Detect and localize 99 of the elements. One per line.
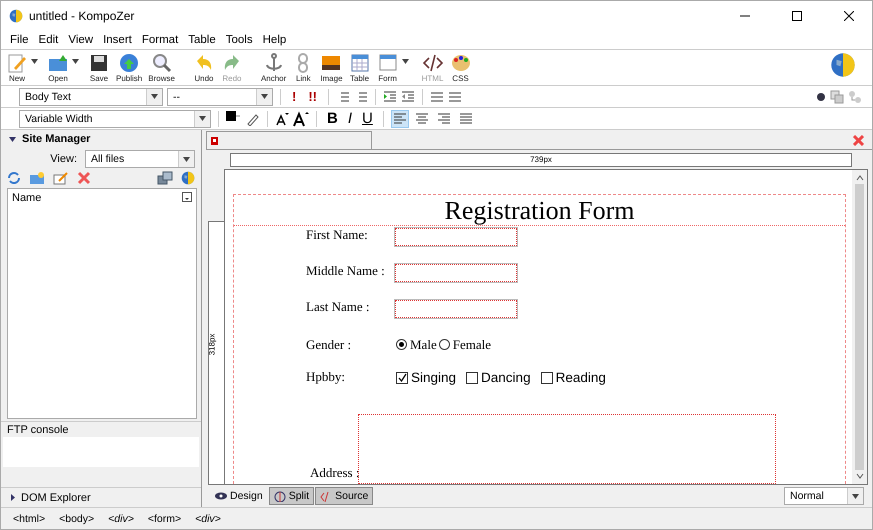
- menu-item[interactable]: File: [5, 34, 34, 46]
- menu-item[interactable]: Insert: [98, 34, 137, 46]
- close-tab-icon[interactable]: [853, 135, 864, 146]
- expand-triangle-icon: [11, 494, 15, 501]
- view-select[interactable]: All files: [85, 150, 195, 168]
- close-icon: [844, 11, 854, 21]
- menu-item[interactable]: Edit: [34, 34, 64, 46]
- field-label: First Name:: [306, 226, 369, 244]
- text-style-button[interactable]: I: [344, 110, 356, 127]
- toolbar-button[interactable]: Link: [289, 52, 318, 83]
- checkbox-option[interactable]: Singing: [396, 370, 456, 388]
- dom-explorer-header[interactable]: DOM Explorer: [1, 487, 201, 507]
- toolbar-button[interactable]: Form: [374, 52, 402, 83]
- input-field[interactable]: [395, 264, 517, 282]
- column-header[interactable]: Name: [12, 192, 42, 204]
- document-icon: [211, 136, 218, 144]
- app-logo-icon: [9, 9, 23, 23]
- caret-icon: [852, 494, 859, 498]
- window-title: untitled - KompoZer: [29, 9, 136, 23]
- collapse-triangle-icon: [9, 136, 16, 142]
- toolbar-button[interactable]: Undo: [190, 52, 218, 83]
- radio-option[interactable]: Female: [438, 336, 491, 356]
- toolbar-button[interactable]: Open: [44, 52, 72, 83]
- view-mode-select[interactable]: Normal: [784, 487, 864, 505]
- caret-icon: [199, 116, 206, 121]
- toolbar-button[interactable]: Table: [346, 52, 374, 83]
- menu-item[interactable]: Tools: [220, 34, 258, 46]
- new-folder-icon[interactable]: [29, 171, 45, 185]
- input-field[interactable]: [395, 228, 517, 246]
- input-field[interactable]: [395, 300, 517, 318]
- class-select[interactable]: --: [167, 88, 273, 106]
- increase-font-size-icon[interactable]: [293, 110, 309, 126]
- page-pencil-icon: [6, 52, 28, 74]
- code-brackets-icon: [422, 52, 444, 74]
- element-tag[interactable]: <html>: [13, 512, 46, 524]
- toolbar-button[interactable]: Image: [317, 52, 346, 83]
- element-tag[interactable]: <div>: [195, 512, 221, 524]
- form-heading: Registration Form: [234, 195, 845, 226]
- element-tag[interactable]: <form>: [148, 512, 182, 524]
- width-ruler: 739px: [230, 152, 852, 166]
- element-tag[interactable]: <div>: [108, 512, 134, 524]
- toolbar-button[interactable]: Save: [85, 52, 113, 83]
- toolbar-button[interactable]: Publish: [113, 52, 146, 83]
- delete-icon[interactable]: [77, 171, 91, 185]
- globe-icon: [181, 171, 195, 185]
- checkbox-option[interactable]: Reading: [540, 370, 606, 388]
- outdent-icon[interactable]: [401, 90, 416, 104]
- toolbar-button[interactable]: New: [3, 52, 31, 83]
- maximize-icon: [792, 11, 802, 21]
- caret-icon: [261, 94, 268, 99]
- scrollbar[interactable]: [852, 170, 867, 484]
- nodes-icon[interactable]: [848, 90, 862, 104]
- palette-icon: [450, 52, 472, 74]
- refresh-icon[interactable]: [7, 171, 21, 185]
- site-manager-header[interactable]: Site Manager: [1, 130, 201, 148]
- eye-icon: [215, 492, 227, 500]
- throbber-globe-icon: [830, 52, 856, 78]
- caret-icon: [183, 156, 190, 162]
- text-style-button[interactable]: U: [359, 110, 376, 127]
- decrease-font-size-icon[interactable]: [275, 112, 289, 126]
- text-style-button[interactable]: B: [324, 110, 341, 127]
- emphasis-button[interactable]: !: [288, 89, 300, 104]
- font-select[interactable]: Variable Width: [19, 110, 211, 128]
- scroll-up-icon[interactable]: [856, 174, 864, 182]
- menu-item[interactable]: Format: [136, 34, 184, 46]
- radio-option[interactable]: Male: [396, 336, 437, 356]
- scroll-down-icon[interactable]: [856, 472, 864, 480]
- caret-icon: [151, 94, 158, 99]
- checkbox-option[interactable]: Dancing: [466, 370, 531, 388]
- menu-item[interactable]: Help: [258, 34, 292, 46]
- check-mark-icon: [398, 373, 406, 382]
- view-label: View:: [50, 153, 77, 165]
- menu-item[interactable]: View: [63, 34, 98, 46]
- height-ruler: 318px: [208, 221, 224, 485]
- paragraph-format-select[interactable]: Body Text: [19, 88, 163, 106]
- field-label: Hpbby:: [306, 369, 346, 386]
- windows-icon[interactable]: [157, 171, 173, 185]
- menu-item[interactable]: Table: [183, 34, 221, 46]
- table-grid-icon: [348, 52, 371, 74]
- column-picker-icon[interactable]: [182, 192, 192, 202]
- emphasis-button[interactable]: !!: [304, 89, 322, 104]
- magnifier-icon: [150, 52, 173, 74]
- indent-icon[interactable]: [383, 90, 398, 104]
- toolbar-button[interactable]: Browse: [145, 52, 178, 83]
- field-label: Last Name :: [306, 298, 371, 316]
- site-tree[interactable]: Name: [7, 188, 197, 419]
- highlight-pen-icon[interactable]: [246, 112, 260, 126]
- edit-icon[interactable]: [53, 171, 69, 185]
- element-tag[interactable]: <body>: [59, 512, 94, 524]
- mode-tab[interactable]: Source: [315, 487, 374, 505]
- mode-tab[interactable]: Split: [268, 487, 314, 505]
- field-label: Middle Name :: [306, 262, 386, 280]
- toolbar-button[interactable]: Anchor: [258, 52, 290, 83]
- field-label: Gender :: [306, 336, 352, 354]
- address-field[interactable]: [358, 414, 776, 484]
- horizontal-rule-icon[interactable]: [430, 90, 444, 104]
- align-button[interactable]: [390, 110, 409, 128]
- toolbar-button[interactable]: CSS: [446, 52, 475, 83]
- line-break-icon[interactable]: [448, 90, 462, 104]
